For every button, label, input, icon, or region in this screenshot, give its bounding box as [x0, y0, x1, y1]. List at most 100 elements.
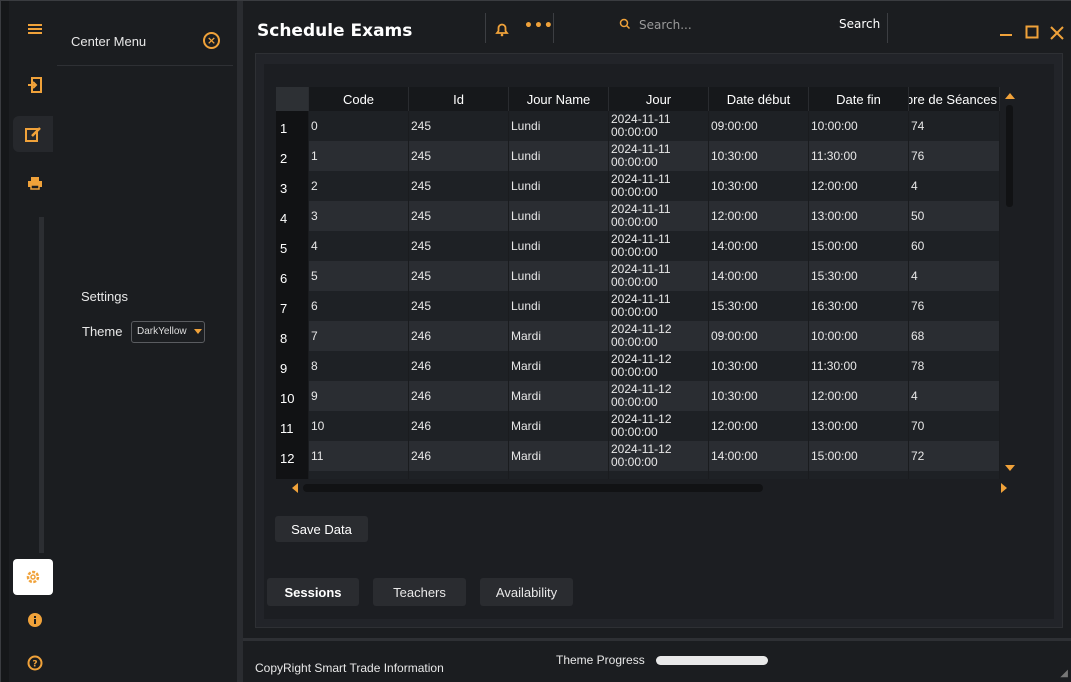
- cell-jour-name[interactable]: Lundi: [509, 171, 609, 201]
- row-number[interactable]: 9: [276, 351, 309, 381]
- cell-id[interactable]: 246: [409, 381, 509, 411]
- cell-code[interactable]: 5: [309, 261, 409, 291]
- cell-date-fin[interactable]: 12:00:00: [809, 381, 909, 411]
- edit-icon[interactable]: [13, 116, 53, 152]
- cell-id[interactable]: [409, 471, 509, 479]
- column-header-date-debut[interactable]: Date début: [709, 87, 809, 111]
- tab-availability[interactable]: Availability: [480, 578, 573, 606]
- help-icon[interactable]: ?: [23, 651, 47, 675]
- cell-date-debut[interactable]: 10:30:00: [709, 171, 809, 201]
- cell-id[interactable]: 246: [409, 351, 509, 381]
- login-icon[interactable]: [23, 73, 47, 97]
- cell-nombre-seances[interactable]: 4: [909, 171, 1000, 201]
- cell-nombre-seances[interactable]: [909, 471, 1000, 479]
- table-row[interactable]: 2024-11-12: [276, 471, 1000, 479]
- cell-date-debut[interactable]: 10:30:00: [709, 351, 809, 381]
- table-row[interactable]: 8 7 246 Mardi 2024-11-12 00:00:00 09:00:00 10:0…: [276, 321, 1000, 351]
- schedule-table[interactable]: Code Id Jour Name Jour Date début Date f…: [276, 87, 1000, 479]
- print-icon[interactable]: [23, 171, 47, 195]
- tab-teachers[interactable]: Teachers: [373, 578, 466, 606]
- cell-jour-name[interactable]: Mardi: [509, 441, 609, 471]
- cell-date-fin[interactable]: 11:30:00: [809, 141, 909, 171]
- cell-id[interactable]: 245: [409, 291, 509, 321]
- cell-date-fin[interactable]: 16:30:00: [809, 291, 909, 321]
- cell-jour[interactable]: 2024-11-12 00:00:00: [609, 441, 709, 471]
- row-number[interactable]: 7: [276, 291, 309, 321]
- column-header-code[interactable]: Code: [309, 87, 409, 111]
- cell-jour[interactable]: 2024-11-12 00:00:00: [609, 411, 709, 441]
- table-row[interactable]: 6 5 245 Lundi 2024-11-11 00:00:00 14:00:00 15:3…: [276, 261, 1000, 291]
- cell-jour[interactable]: 2024-11-12 00:00:00: [609, 351, 709, 381]
- cell-jour-name[interactable]: Lundi: [509, 261, 609, 291]
- cell-code[interactable]: 2: [309, 171, 409, 201]
- tab-sessions[interactable]: Sessions: [267, 578, 359, 606]
- cell-nombre-seances[interactable]: 76: [909, 141, 1000, 171]
- row-number[interactable]: 12: [276, 441, 309, 471]
- cell-jour-name[interactable]: Lundi: [509, 291, 609, 321]
- scroll-thumb[interactable]: [303, 484, 763, 492]
- cell-date-fin[interactable]: 15:30:00: [809, 261, 909, 291]
- scroll-left-icon[interactable]: [292, 483, 298, 493]
- row-number[interactable]: 10: [276, 381, 309, 411]
- table-row[interactable]: 1 0 245 Lundi 2024-11-11 00:00:00 09:00:00 10:0…: [276, 111, 1000, 141]
- cell-jour-name[interactable]: Lundi: [509, 201, 609, 231]
- cell-code[interactable]: 0: [309, 111, 409, 141]
- cell-jour[interactable]: 2024-11-11 00:00:00: [609, 201, 709, 231]
- resize-grip-icon[interactable]: ◢: [1060, 668, 1068, 679]
- table-row[interactable]: 11 10 246 Mardi 2024-11-12 00:00:00 12:00:00 13…: [276, 411, 1000, 441]
- cell-jour-name[interactable]: Lundi: [509, 231, 609, 261]
- cell-date-fin[interactable]: 10:00:00: [809, 321, 909, 351]
- more-icon[interactable]: •••: [524, 18, 554, 34]
- cell-date-fin[interactable]: [809, 471, 909, 479]
- cell-jour-name[interactable]: Mardi: [509, 321, 609, 351]
- cell-code[interactable]: 9: [309, 381, 409, 411]
- cell-jour-name[interactable]: Lundi: [509, 111, 609, 141]
- cell-date-fin[interactable]: 13:00:00: [809, 411, 909, 441]
- cell-code[interactable]: 4: [309, 231, 409, 261]
- cell-jour[interactable]: 2024-11-11 00:00:00: [609, 111, 709, 141]
- row-number[interactable]: 4: [276, 201, 309, 231]
- table-row[interactable]: 10 9 246 Mardi 2024-11-12 00:00:00 10:30:00 12:…: [276, 381, 1000, 411]
- info-icon[interactable]: [23, 608, 47, 632]
- save-data-button[interactable]: Save Data: [275, 516, 368, 542]
- cell-jour[interactable]: 2024-11-12 00:00:00: [609, 381, 709, 411]
- scroll-up-icon[interactable]: [1005, 93, 1015, 99]
- cell-id[interactable]: 246: [409, 321, 509, 351]
- cell-nombre-seances[interactable]: 4: [909, 381, 1000, 411]
- cell-date-debut[interactable]: 09:00:00: [709, 111, 809, 141]
- row-number[interactable]: 11: [276, 411, 309, 441]
- cell-id[interactable]: 246: [409, 411, 509, 441]
- close-icon[interactable]: ×: [203, 32, 220, 49]
- cell-date-fin[interactable]: 13:00:00: [809, 201, 909, 231]
- cell-date-debut[interactable]: 10:30:00: [709, 381, 809, 411]
- cell-nombre-seances[interactable]: 74: [909, 111, 1000, 141]
- cell-jour-name[interactable]: Mardi: [509, 381, 609, 411]
- table-row[interactable]: 2 1 245 Lundi 2024-11-11 00:00:00 10:30:00 11:3…: [276, 141, 1000, 171]
- table-row[interactable]: 7 6 245 Lundi 2024-11-11 00:00:00 15:30:00 16:3…: [276, 291, 1000, 321]
- cell-nombre-seances[interactable]: 60: [909, 231, 1000, 261]
- column-header-jour-name[interactable]: Jour Name: [509, 87, 609, 111]
- cell-code[interactable]: 8: [309, 351, 409, 381]
- cell-jour-name[interactable]: Mardi: [509, 351, 609, 381]
- cell-nombre-seances[interactable]: 68: [909, 321, 1000, 351]
- cell-code[interactable]: 6: [309, 291, 409, 321]
- cell-code[interactable]: 1: [309, 141, 409, 171]
- close-window-icon[interactable]: [1049, 25, 1065, 44]
- cell-date-fin[interactable]: 15:00:00: [809, 231, 909, 261]
- cell-jour[interactable]: 2024-11-11 00:00:00: [609, 141, 709, 171]
- column-header-id[interactable]: Id: [409, 87, 509, 111]
- row-number[interactable]: 2: [276, 141, 309, 171]
- table-row[interactable]: 5 4 245 Lundi 2024-11-11 00:00:00 14:00:00 15:0…: [276, 231, 1000, 261]
- vertical-scrollbar[interactable]: [1003, 87, 1017, 477]
- cell-date-debut[interactable]: 12:00:00: [709, 411, 809, 441]
- column-header-jour[interactable]: Jour: [609, 87, 709, 111]
- table-row[interactable]: 3 2 245 Lundi 2024-11-11 00:00:00 10:30:00 12:0…: [276, 171, 1000, 201]
- cell-jour-name[interactable]: Mardi: [509, 411, 609, 441]
- cell-id[interactable]: 246: [409, 441, 509, 471]
- cell-id[interactable]: 245: [409, 201, 509, 231]
- column-header-date-fin[interactable]: Date fin: [809, 87, 909, 111]
- cell-id[interactable]: 245: [409, 141, 509, 171]
- row-number[interactable]: 8: [276, 321, 309, 351]
- cell-date-debut[interactable]: 15:30:00: [709, 291, 809, 321]
- cell-jour-name[interactable]: [509, 471, 609, 479]
